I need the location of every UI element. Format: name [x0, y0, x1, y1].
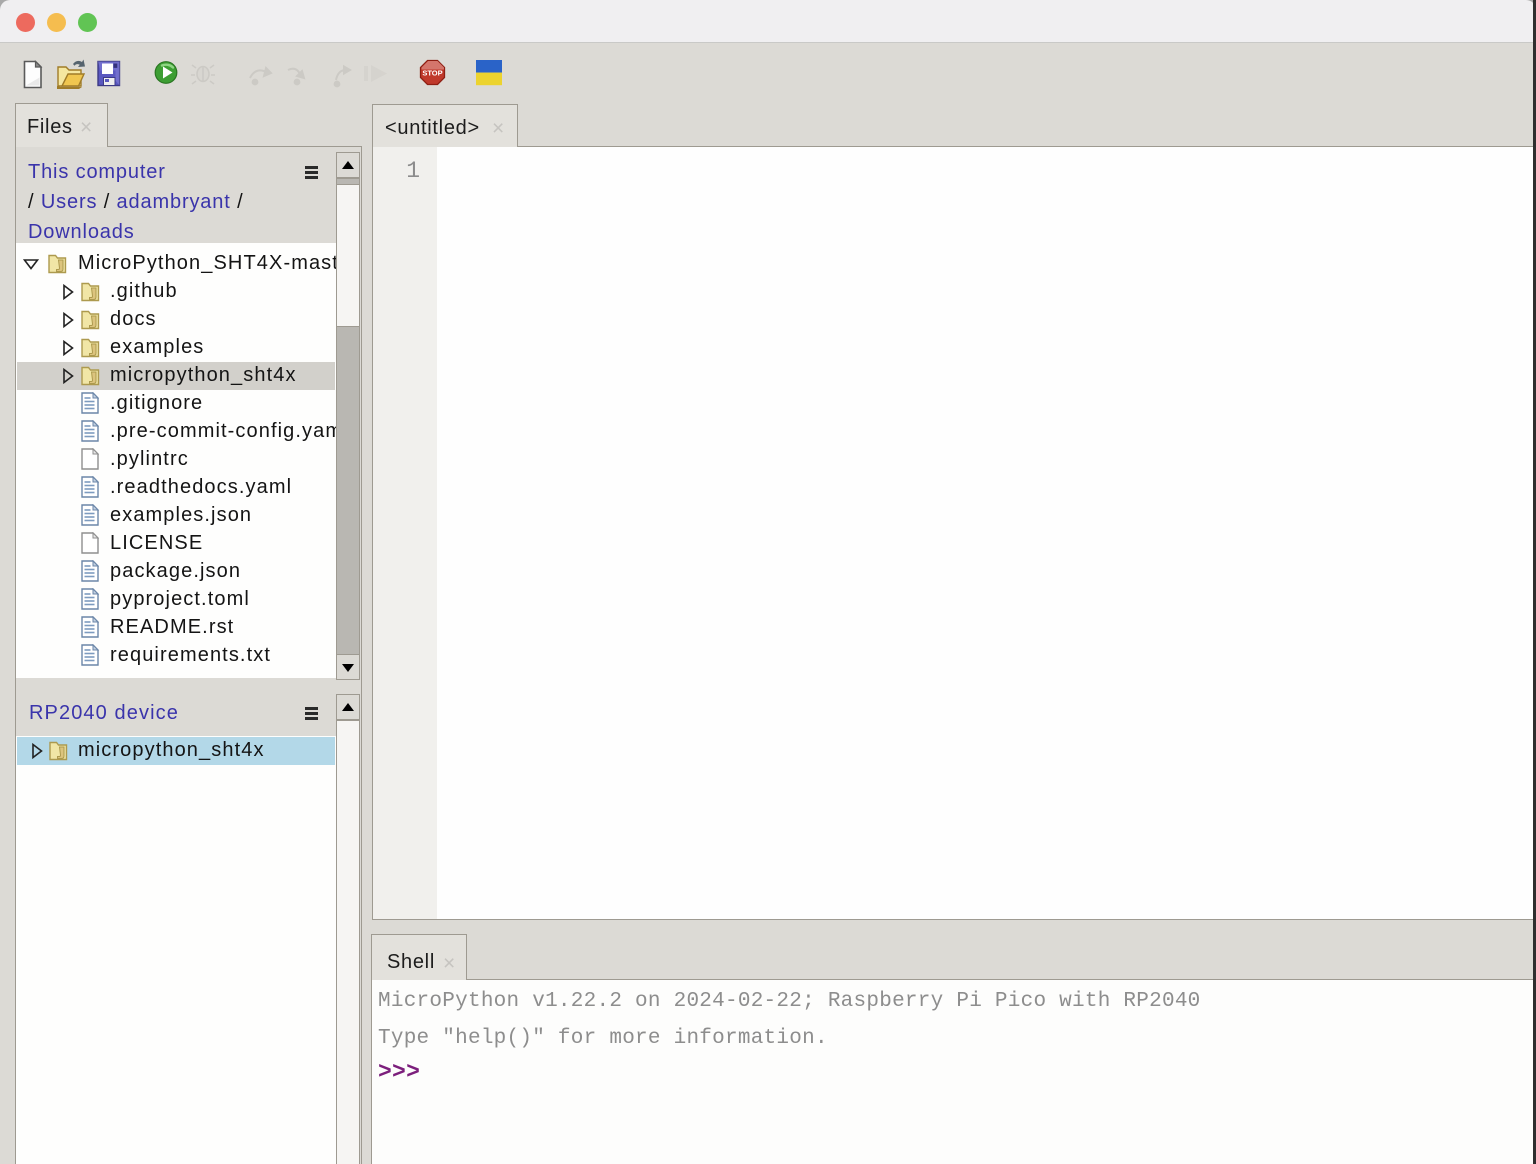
svg-text:STOP: STOP — [422, 69, 442, 78]
